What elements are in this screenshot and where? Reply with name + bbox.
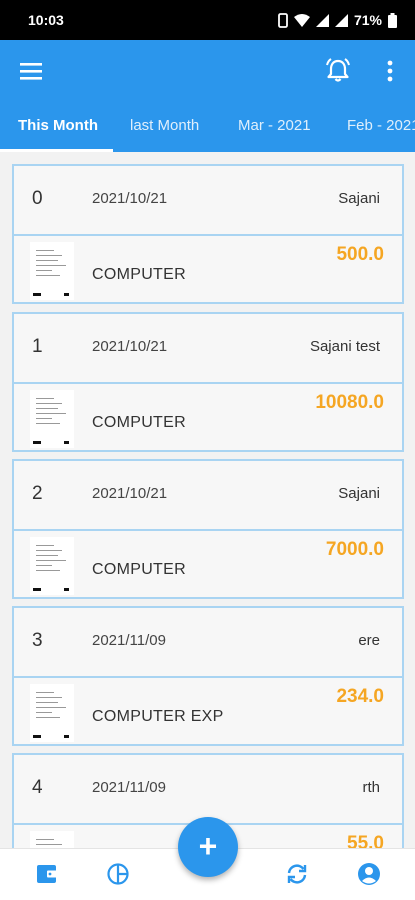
expense-card-header: 2 2021/10/21 Sajani bbox=[14, 461, 402, 531]
receipt-thumbnail[interactable] bbox=[30, 831, 74, 848]
account-icon bbox=[358, 863, 380, 885]
expense-category: COMPUTER bbox=[92, 561, 186, 578]
expense-user: Sajani test bbox=[309, 338, 380, 355]
receipt-thumbnail[interactable] bbox=[30, 242, 74, 300]
expense-index: 4 bbox=[32, 777, 43, 798]
pie-chart-icon bbox=[107, 863, 129, 885]
tab-mar-2021[interactable]: Mar - 2021 bbox=[238, 112, 311, 152]
status-time: 10:03 bbox=[28, 12, 64, 28]
expense-index: 0 bbox=[32, 188, 43, 209]
menu-icon bbox=[20, 63, 42, 80]
wallet-icon bbox=[37, 865, 57, 883]
alarm-button[interactable] bbox=[324, 56, 352, 84]
more-options-button[interactable] bbox=[380, 58, 400, 84]
status-icons: 71% bbox=[278, 12, 397, 28]
wifi-icon bbox=[293, 13, 310, 27]
battery-icon bbox=[388, 12, 397, 28]
expense-date: 2021/11/09 bbox=[92, 779, 166, 796]
battery-percent: 71% bbox=[353, 12, 382, 28]
expense-card-body: COMPUTER 10080.0 bbox=[14, 386, 402, 452]
expense-user: Sajani bbox=[338, 485, 380, 502]
expense-card[interactable]: 2 2021/10/21 Sajani COMPUTER 7000.0 bbox=[12, 459, 404, 599]
expense-user: Sajani bbox=[338, 190, 380, 207]
expense-amount: 234.0 bbox=[336, 686, 384, 707]
menu-button[interactable] bbox=[18, 60, 44, 82]
expense-index: 1 bbox=[32, 336, 43, 357]
expense-index: 3 bbox=[32, 630, 43, 651]
month-tabs: This Month last Month Mar - 2021 Feb - 2… bbox=[0, 112, 415, 152]
expense-card-header: 1 2021/10/21 Sajani test bbox=[14, 314, 402, 384]
phone-icon bbox=[278, 12, 288, 28]
receipt-thumbnail[interactable] bbox=[30, 390, 74, 448]
expense-date: 2021/10/21 bbox=[92, 485, 168, 502]
alarm-bell-icon bbox=[326, 58, 350, 82]
tab-this-month[interactable]: This Month bbox=[18, 112, 98, 152]
expense-card-body: COMPUTER 7000.0 bbox=[14, 533, 402, 599]
nav-chart-button[interactable] bbox=[105, 861, 131, 887]
signal-icon-2 bbox=[334, 13, 348, 27]
expense-amount: 7000.0 bbox=[325, 539, 384, 560]
status-bar: 10:03 71% bbox=[0, 0, 415, 40]
sync-icon bbox=[287, 864, 307, 884]
expense-user: ere bbox=[358, 632, 380, 649]
expense-date: 2021/10/21 bbox=[92, 338, 168, 355]
receipt-thumbnail[interactable] bbox=[30, 537, 74, 595]
expense-category: COMPUTER bbox=[92, 266, 186, 283]
tab-feb-2021[interactable]: Feb - 2021 bbox=[347, 112, 415, 152]
expense-amount: 55.0 bbox=[347, 833, 384, 848]
expense-date: 2021/11/09 bbox=[92, 632, 166, 649]
nav-wallet-button[interactable] bbox=[34, 861, 60, 887]
expense-user: rth bbox=[362, 779, 380, 796]
expense-index: 2 bbox=[32, 483, 43, 504]
expense-card[interactable]: 0 2021/10/21 Sajani COMPUTER 500.0 bbox=[12, 164, 404, 304]
expense-card-header: 3 2021/11/09 ere bbox=[14, 608, 402, 678]
expense-card-header: 0 2021/10/21 Sajani bbox=[14, 166, 402, 236]
expense-card-body: COMPUTER 500.0 bbox=[14, 238, 402, 304]
expense-category: COMPUTER EXP bbox=[92, 708, 224, 725]
more-vert-icon bbox=[387, 60, 393, 82]
expense-amount: 500.0 bbox=[336, 244, 384, 265]
expense-card-header: 4 2021/11/09 rth bbox=[14, 755, 402, 825]
expense-list: 0 2021/10/21 Sajani COMPUTER 500.0 1 202… bbox=[0, 152, 415, 848]
expense-card[interactable]: 3 2021/11/09 ere COMPUTER EXP 234.0 bbox=[12, 606, 404, 746]
tab-last-month[interactable]: last Month bbox=[130, 112, 199, 152]
receipt-thumbnail[interactable] bbox=[30, 684, 74, 742]
expense-date: 2021/10/21 bbox=[92, 190, 168, 207]
expense-card[interactable]: 1 2021/10/21 Sajani test COMPUTER 10080.… bbox=[12, 312, 404, 452]
app-bar: This Month last Month Mar - 2021 Feb - 2… bbox=[0, 40, 415, 152]
expense-category: COMPUTER bbox=[92, 414, 186, 431]
expense-card-body: COMPUTER EXP 234.0 bbox=[14, 680, 402, 746]
signal-icon bbox=[315, 13, 329, 27]
add-expense-button[interactable]: + bbox=[178, 817, 238, 877]
expense-amount: 10080.0 bbox=[315, 392, 384, 413]
nav-sync-button[interactable] bbox=[284, 861, 310, 887]
nav-account-button[interactable] bbox=[356, 861, 382, 887]
